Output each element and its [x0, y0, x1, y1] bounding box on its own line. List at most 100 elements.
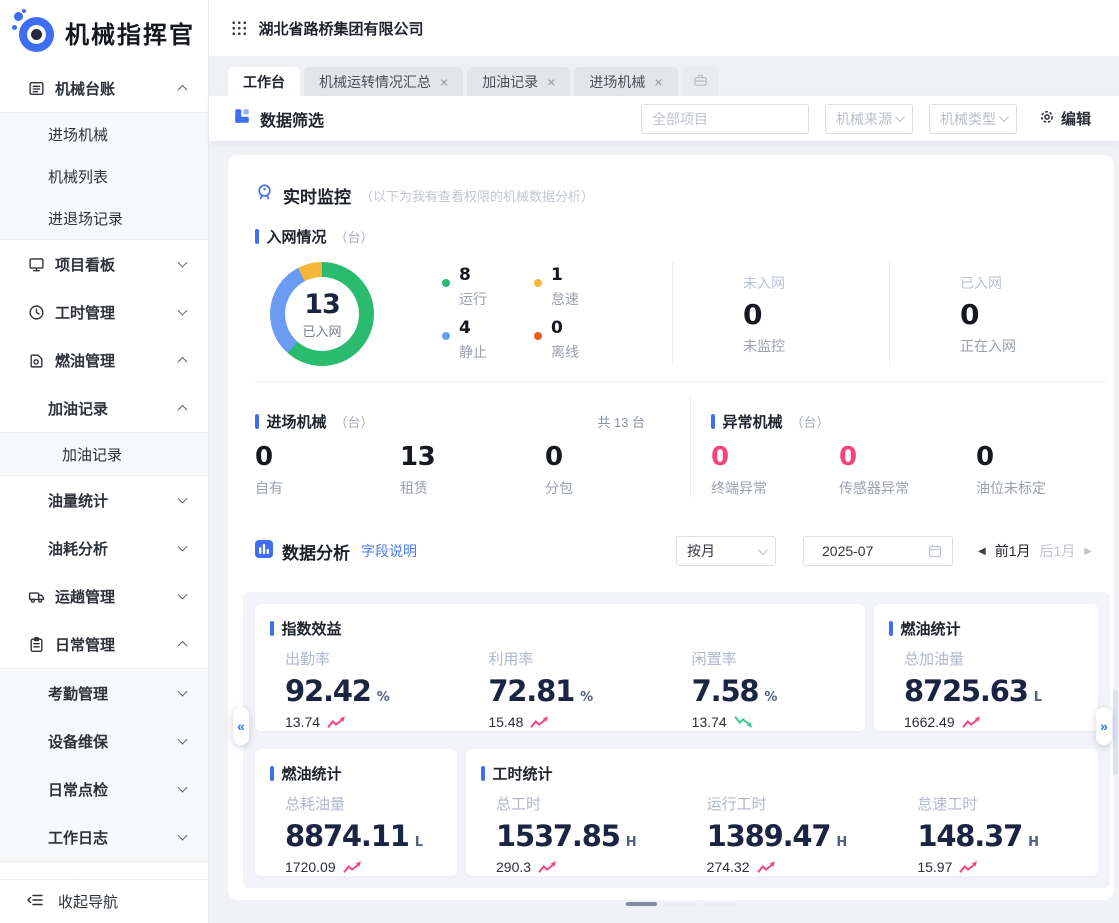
legend-label: 静止	[459, 342, 487, 362]
sidebar-item-refuel-records[interactable]: 加油记录	[0, 433, 208, 475]
chevron-down-icon	[178, 783, 188, 793]
sidebar-item-equipment-maintenance[interactable]: 设备维保	[0, 717, 208, 765]
analysis-cards-area: 指数效益 出勤率 92.42% 13.74	[243, 592, 1110, 888]
sidebar-item-oil-volume-stats[interactable]: 油量统计	[0, 476, 208, 524]
legend-dot	[442, 332, 450, 340]
tab-machine-operation-summary[interactable]: 机械运转情况汇总 ×	[304, 67, 463, 96]
monitor-title: 实时监控	[283, 183, 351, 208]
sidebar-item-entered-machines[interactable]: 进场机械	[0, 113, 208, 155]
stat-owned: 0 自有	[255, 442, 400, 498]
pagination-dash[interactable]	[704, 902, 735, 906]
sidebar-item-attendance[interactable]: 考勤管理	[0, 669, 208, 717]
chevron-down-icon	[178, 735, 188, 745]
sidebar-item-label: 加油记录	[62, 444, 122, 465]
month-nav: ◀ 前1月 后1月 ▶	[978, 541, 1092, 561]
sidebar-item-label: 进场机械	[48, 124, 108, 145]
chevron-down-icon	[178, 542, 188, 552]
app-logo-icon	[12, 11, 56, 53]
sidebar-item-fuel-consumption-analysis[interactable]: 油耗分析	[0, 524, 208, 572]
apps-grid-icon[interactable]	[231, 20, 248, 37]
date-picker[interactable]: 2025-07	[803, 536, 953, 566]
edit-button[interactable]: 编辑	[1039, 108, 1091, 129]
period-select[interactable]: 按月	[676, 536, 776, 566]
metric-value: 8725.63	[904, 674, 1028, 708]
collapse-nav-button[interactable]: 收起导航	[0, 879, 208, 923]
chevron-down-icon	[178, 494, 188, 504]
prev-month-label[interactable]: 前1月	[995, 541, 1031, 561]
metric-idle-hours: 怠速工时 148.37H 15.97	[887, 793, 1098, 875]
sidebar-item-label: 运趟管理	[55, 586, 115, 607]
sidebar-item-daily-inspection[interactable]: 日常点检	[0, 765, 208, 813]
field-description-link[interactable]: 字段说明	[361, 541, 417, 561]
main-area: 湖北省路桥集团有限公司 工作台 机械运转情况汇总 × 加油记录 × 进场机械 ×	[209, 0, 1119, 923]
sidebar-item-machine-ledger[interactable]: 机械台账	[0, 64, 208, 112]
collapse-nav-icon	[26, 892, 44, 912]
sidebar-item-work-log[interactable]: 工作日志	[0, 813, 208, 861]
pagination-dash[interactable]	[665, 902, 696, 906]
donut-total-label: 已入网	[302, 321, 341, 340]
metric-label: 利用率	[488, 648, 661, 669]
submenu-machine-ledger: 进场机械 机械列表 进退场记录	[0, 112, 208, 240]
card-fuel-stats-consume: 燃油统计 总耗油量 8874.11L 1720.09	[255, 749, 457, 876]
carousel-next-button[interactable]: »	[1096, 707, 1112, 745]
next-month-label[interactable]: 后1月	[1040, 541, 1076, 561]
submenu-refuel-records: 加油记录	[0, 432, 208, 476]
metric-unit: H	[1028, 835, 1039, 850]
close-icon[interactable]: ×	[440, 75, 448, 89]
next-month-icon[interactable]: ▶	[1084, 546, 1092, 557]
metric-delta: 15.97	[917, 859, 952, 875]
close-icon[interactable]: ×	[654, 75, 662, 89]
not-networked-column: 未入网 0 未监控	[672, 262, 889, 366]
bar-chart-icon	[255, 540, 273, 563]
sidebar-item-work-hours[interactable]: 工时管理	[0, 288, 208, 336]
network-donut-chart: 13 已入网	[270, 262, 374, 366]
metric-label: 闲置率	[692, 648, 865, 669]
close-icon[interactable]: ×	[547, 75, 555, 89]
metric-label: 总耗油量	[285, 793, 457, 814]
trend-up-icon	[757, 860, 776, 874]
board-icon	[28, 256, 45, 273]
sidebar-item-fuel-management[interactable]: 燃油管理	[0, 336, 208, 384]
tab-entered-machines[interactable]: 进场机械 ×	[574, 67, 677, 96]
metric-label: 出勤率	[285, 648, 458, 669]
sidebar-item-trip-management[interactable]: 运趟管理	[0, 572, 208, 620]
legend-dot	[534, 332, 542, 340]
abnormal-section-unit: （台）	[791, 412, 830, 431]
metric-delta: 274.32	[707, 859, 750, 875]
legend-static: 4 静止	[442, 319, 534, 362]
machine-source-select[interactable]: 机械来源	[825, 104, 913, 134]
metric-unit: %	[764, 690, 777, 705]
pagination-dash[interactable]	[626, 902, 657, 906]
legend-offline: 0离线	[534, 319, 626, 362]
sidebar-item-machine-list[interactable]: 机械列表	[0, 155, 208, 197]
legend-value: 4	[459, 319, 487, 339]
sidebar-item-project-board[interactable]: 项目看板	[0, 240, 208, 288]
machine-type-select[interactable]: 机械类型	[929, 104, 1017, 134]
carousel-prev-button[interactable]: «	[233, 707, 249, 745]
clock-icon	[28, 304, 45, 321]
tab-refuel-records[interactable]: 加油记录 ×	[467, 67, 570, 96]
submenu-daily-management: 考勤管理 设备维保 日常点检 工作日志	[0, 668, 208, 862]
metric-value: 1537.85	[496, 819, 620, 853]
metric-value: 7.58	[692, 674, 759, 708]
tab-workbench[interactable]: 工作台	[228, 67, 300, 96]
sidebar-item-entry-exit-records[interactable]: 进退场记录	[0, 197, 208, 239]
sidebar-item-label: 燃油管理	[55, 350, 115, 371]
tab-archive[interactable]	[682, 67, 719, 96]
scrollbar-thumb[interactable]	[1113, 690, 1118, 775]
prev-month-icon[interactable]: ◀	[978, 546, 986, 557]
stat-label: 油位未标定	[976, 478, 1119, 498]
sidebar-item-refuel-records-group[interactable]: 加油记录	[0, 384, 208, 432]
sidebar-item-settlement[interactable]: 结算管理	[0, 862, 208, 879]
sidebar-item-daily-management[interactable]: 日常管理	[0, 620, 208, 668]
metric-label: 总加油量	[904, 648, 1098, 669]
chevron-down-icon	[999, 112, 1009, 122]
metric-idle-rate: 闲置率 7.58% 13.74	[662, 648, 865, 730]
stat-value: 0	[839, 442, 976, 472]
project-search-input[interactable]	[641, 104, 809, 134]
stat-label: 自有	[255, 478, 400, 498]
trend-down-icon	[734, 715, 753, 729]
sidebar: 机械指挥官 机械台账 进场机械 机械列表 进退场记录 项目看板 工时管理	[0, 0, 209, 923]
metric-total-refuel: 总加油量 8725.63L 1662.49	[874, 648, 1098, 730]
card-work-hours-stats: 工时统计 总工时 1537.85H 290.3	[466, 749, 1098, 876]
